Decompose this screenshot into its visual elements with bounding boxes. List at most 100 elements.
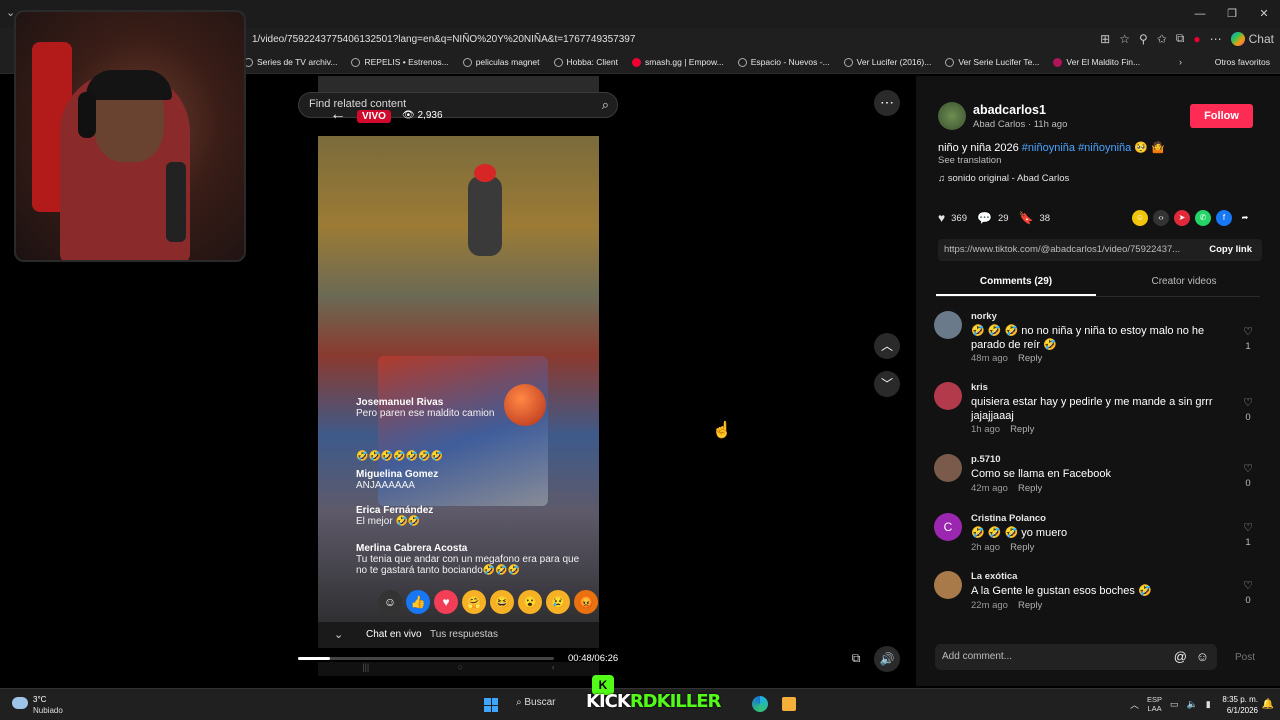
battery-icon[interactable]: ▮ bbox=[1206, 699, 1211, 710]
comment-input[interactable]: Add comment... bbox=[942, 651, 1012, 662]
bookmark-item[interactable]: Series de TV archiv... bbox=[244, 57, 337, 67]
notification-icon[interactable]: 🔔 bbox=[1262, 699, 1274, 710]
weather-temp[interactable]: 3°C bbox=[33, 695, 46, 704]
live-chat-tab[interactable]: Chat en vivo bbox=[366, 629, 422, 640]
chevron-right-icon[interactable]: › bbox=[1179, 57, 1182, 67]
mention-icon[interactable]: @ bbox=[1174, 649, 1187, 664]
comment-stat[interactable]: 💬 29 bbox=[977, 211, 1009, 225]
next-video-button[interactable]: ﹀ bbox=[874, 371, 900, 397]
sad-reaction-icon[interactable]: 😢 bbox=[546, 590, 570, 614]
extensions-icon[interactable]: ⚲ bbox=[1139, 32, 1148, 46]
reply-button[interactable]: Reply bbox=[1010, 424, 1034, 435]
facebook-icon[interactable]: f bbox=[1216, 210, 1232, 226]
sticker-icon[interactable]: ☺ bbox=[378, 590, 402, 614]
comment-avatar[interactable] bbox=[934, 454, 962, 482]
emoji-icon[interactable]: ☺ bbox=[1196, 649, 1209, 664]
embed-icon[interactable]: ‹› bbox=[1153, 210, 1169, 226]
share-arrow-icon[interactable]: ➦ bbox=[1237, 210, 1253, 226]
favorite-star-icon[interactable]: ☆ bbox=[1119, 32, 1130, 46]
bookmark-item[interactable]: Ver El Maldito Fin... bbox=[1053, 57, 1140, 67]
clock[interactable]: 8:35 p. m. 6/1/2026 bbox=[1222, 694, 1258, 716]
language-indicator[interactable]: ESP LAA bbox=[1147, 695, 1162, 713]
reply-button[interactable]: Reply bbox=[1010, 542, 1034, 553]
favorites-icon[interactable]: ✩ bbox=[1157, 32, 1167, 46]
previous-video-button[interactable]: ︿ bbox=[874, 333, 900, 359]
comment-like-icon[interactable]: ♡ bbox=[1241, 396, 1255, 409]
friends-share-icon[interactable]: ☺ bbox=[1132, 210, 1148, 226]
bookmark-item[interactable]: Espacio - Nuevos -... bbox=[737, 57, 830, 67]
close-icon[interactable]: ✕ bbox=[1248, 0, 1280, 28]
haha-reaction-icon[interactable]: 😆 bbox=[490, 590, 514, 614]
angry-reaction-icon[interactable]: 😡 bbox=[574, 590, 598, 614]
reply-button[interactable]: Reply bbox=[1018, 483, 1042, 494]
whatsapp-icon[interactable]: ✆ bbox=[1195, 210, 1211, 226]
start-button[interactable] bbox=[484, 698, 498, 712]
taskbar-search[interactable]: ⌕ Buscar bbox=[516, 697, 556, 708]
reply-button[interactable]: Reply bbox=[1018, 600, 1042, 611]
sound-label[interactable]: ♫ sonido original - Abad Carlos bbox=[938, 173, 1069, 184]
comment-like-icon[interactable]: ♡ bbox=[1241, 521, 1255, 534]
save-stat[interactable]: 🔖 38 bbox=[1019, 211, 1051, 225]
restore-icon[interactable]: ❐ bbox=[1216, 0, 1248, 28]
url-field[interactable]: 1/video/7592243775406132501?lang=en&q=NI… bbox=[252, 34, 635, 45]
wow-reaction-icon[interactable]: 😮 bbox=[518, 590, 542, 614]
comment-like-icon[interactable]: ♡ bbox=[1241, 579, 1255, 592]
store-icon[interactable] bbox=[782, 697, 796, 711]
bookmark-item[interactable]: REPELIS • Estrenos... bbox=[351, 57, 449, 67]
author-username[interactable]: abadcarlos1 bbox=[973, 103, 1046, 117]
care-reaction-icon[interactable]: 🤗 bbox=[462, 590, 486, 614]
comment-author[interactable]: kris bbox=[971, 382, 988, 393]
cloud-icon[interactable] bbox=[12, 697, 28, 709]
bookmark-item[interactable]: Hobba: Client bbox=[553, 57, 618, 67]
comment-avatar[interactable]: C bbox=[934, 513, 962, 541]
chevron-up-icon[interactable]: ︿ bbox=[1130, 698, 1139, 711]
send-icon[interactable]: ➤ bbox=[1174, 210, 1190, 226]
display-icon[interactable]: ▭ bbox=[1170, 699, 1179, 710]
comment-author[interactable]: Cristina Polanco bbox=[971, 513, 1046, 524]
search-input[interactable]: Find related content bbox=[309, 98, 406, 110]
see-translation-link[interactable]: See translation bbox=[938, 155, 1001, 166]
copy-link-button[interactable]: Copy link bbox=[1209, 244, 1252, 255]
caption-hashtags[interactable]: #niñoyniña #niñoyniña bbox=[1022, 142, 1131, 154]
speaker-icon[interactable]: 🔈 bbox=[1187, 699, 1198, 710]
bookmark-item[interactable]: smash.gg | Empow... bbox=[632, 57, 724, 67]
picture-in-picture-icon[interactable]: ⧉ bbox=[846, 648, 866, 668]
chevron-down-icon[interactable]: ⌄ bbox=[334, 628, 343, 641]
apps-icon[interactable]: ⊞ bbox=[1100, 32, 1110, 46]
like-stat[interactable]: ♥ 369 bbox=[938, 211, 967, 225]
comment-avatar[interactable] bbox=[934, 571, 962, 599]
weather-desc[interactable]: Nubiado bbox=[33, 706, 63, 715]
love-reaction-icon[interactable]: ♥ bbox=[434, 590, 458, 614]
copilot-chat-button[interactable]: Chat bbox=[1230, 31, 1274, 46]
more-options-button[interactable]: ⋯ bbox=[874, 90, 900, 116]
related-search-bar[interactable]: Find related content ⌕ bbox=[298, 92, 618, 118]
back-arrow-icon[interactable]: ← bbox=[330, 106, 346, 124]
comment-like-icon[interactable]: ♡ bbox=[1241, 325, 1255, 338]
post-button[interactable]: Post bbox=[1235, 652, 1255, 663]
comment-author[interactable]: p.5710 bbox=[971, 454, 1001, 465]
comment-avatar[interactable] bbox=[934, 311, 962, 339]
your-replies-tab[interactable]: Tus respuestas bbox=[430, 629, 498, 640]
reply-button[interactable]: Reply bbox=[1018, 353, 1042, 364]
other-bookmarks[interactable]: Otros favoritos bbox=[1215, 57, 1270, 67]
follow-button[interactable]: Follow bbox=[1190, 104, 1253, 128]
search-icon[interactable]: ⌕ bbox=[602, 97, 609, 113]
volume-icon[interactable]: 🔊 bbox=[874, 646, 900, 672]
comment-author[interactable]: norky bbox=[971, 311, 997, 322]
comment-avatar[interactable] bbox=[934, 382, 962, 410]
like-reaction-icon[interactable]: 👍 bbox=[406, 590, 430, 614]
settings-more-icon[interactable]: ⋯ bbox=[1210, 32, 1222, 46]
bookmark-item[interactable]: Ver Serie Lucifer Te... bbox=[945, 57, 1039, 67]
bookmark-item[interactable]: peliculas magnet bbox=[462, 57, 540, 67]
tab-comments[interactable]: Comments (29) bbox=[936, 276, 1096, 287]
comment-like-icon[interactable]: ♡ bbox=[1241, 462, 1255, 475]
collections-icon[interactable]: ⧉ bbox=[1176, 31, 1185, 46]
minimize-icon[interactable]: — bbox=[1184, 0, 1216, 28]
extension-red-icon[interactable]: ● bbox=[1193, 32, 1200, 46]
author-avatar[interactable] bbox=[938, 102, 966, 130]
video-progress-bar[interactable] bbox=[298, 657, 554, 660]
comment-composer[interactable]: Add comment... @ ☺ bbox=[935, 644, 1217, 670]
edge-browser-icon[interactable] bbox=[752, 696, 768, 712]
bookmark-item[interactable]: Ver Lucifer (2016)... bbox=[843, 57, 931, 67]
tab-creator-videos[interactable]: Creator videos bbox=[1104, 276, 1264, 287]
